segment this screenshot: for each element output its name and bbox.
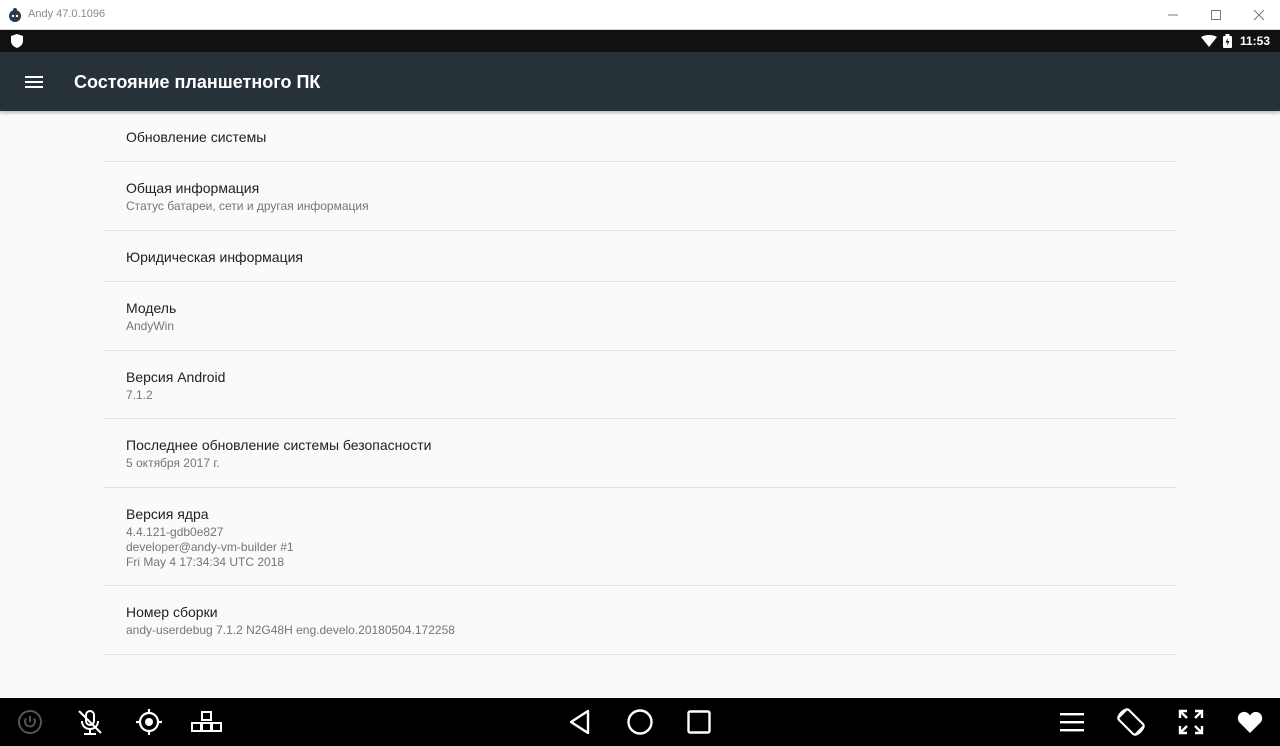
close-icon [1253, 9, 1265, 21]
app-bar: Состояние планшетного ПК [0, 52, 1280, 111]
power-icon [18, 710, 42, 734]
heart-icon [1237, 711, 1263, 733]
list-item-legal-info[interactable]: Юридическая информация [104, 231, 1176, 282]
item-title: Юридическая информация [126, 249, 303, 265]
clock: 11:53 [1240, 34, 1271, 48]
list-item-kernel-version[interactable]: Версия ядра 4.4.121-gdb0e827 developer@a… [104, 488, 1176, 586]
microphone-button[interactable] [66, 698, 114, 746]
minimize-icon [1168, 14, 1178, 16]
item-subtitle: andy-userdebug 7.1.2 N2G48H eng.develo.2… [126, 623, 455, 637]
fullscreen-button[interactable] [1167, 698, 1215, 746]
list-item-system-update[interactable]: Обновление системы [104, 111, 1176, 162]
item-subtitle: 4.4.121-gdb0e827 developer@andy-vm-build… [126, 525, 294, 569]
crosshair-icon [136, 709, 162, 735]
item-subtitle: 7.1.2 [126, 388, 153, 402]
shield-icon [11, 34, 23, 48]
minimize-button[interactable] [1150, 0, 1196, 30]
status-bar: 11:53 [0, 30, 1280, 52]
item-subtitle: Статус батареи, сети и другая информация [126, 199, 369, 213]
list-item-security-update[interactable]: Последнее обновление системы безопасност… [104, 419, 1176, 488]
home-circle-icon [627, 709, 653, 735]
andy-app-icon [9, 8, 21, 22]
wifi-icon [1201, 35, 1217, 47]
rotate-button[interactable] [1107, 698, 1155, 746]
settings-content: Обновление системы Общая информация Стат… [0, 111, 1280, 698]
back-button[interactable] [556, 698, 604, 746]
item-subtitle: 5 октября 2017 г. [126, 456, 220, 470]
item-title: Обновление системы [126, 129, 267, 145]
close-button[interactable] [1236, 0, 1280, 30]
fullscreen-icon [1178, 709, 1204, 735]
page-title: Состояние планшетного ПК [74, 72, 321, 92]
window-title-bar: Andy 47.0.1096 [0, 0, 1280, 30]
favorite-button[interactable] [1226, 698, 1274, 746]
battery-charging-icon [1223, 34, 1232, 48]
menu-lines-icon [1060, 713, 1084, 732]
list-item-build-number[interactable]: Номер сборки andy-userdebug 7.1.2 N2G48H… [104, 586, 1176, 655]
item-title: Номер сборки [126, 604, 218, 620]
menu-list-button[interactable] [1048, 698, 1096, 746]
home-button[interactable] [616, 698, 664, 746]
settings-list: Обновление системы Общая информация Стат… [104, 111, 1176, 655]
power-button[interactable] [6, 698, 54, 746]
item-subtitle: AndyWin [126, 319, 175, 333]
item-title: Версия ядра [126, 506, 209, 522]
item-title: Последнее обновление системы безопасност… [126, 437, 432, 453]
hamburger-icon [25, 76, 43, 88]
maximize-button[interactable] [1193, 0, 1239, 30]
item-title: Общая информация [126, 180, 260, 196]
window-title: Andy 47.0.1096 [28, 8, 106, 20]
recents-button[interactable] [675, 698, 723, 746]
list-item-android-version[interactable]: Версия Android 7.1.2 [104, 351, 1176, 419]
keymapping-button[interactable] [183, 698, 231, 746]
microphone-muted-icon [78, 710, 102, 735]
screen-rotation-icon [1117, 708, 1145, 736]
item-title: Версия Android [126, 369, 226, 385]
list-item-general-info[interactable]: Общая информация Статус батареи, сети и … [104, 162, 1176, 231]
location-button[interactable] [125, 698, 173, 746]
maximize-icon [1211, 10, 1221, 20]
navigation-bar [0, 698, 1280, 746]
keyboard-keys-icon [191, 711, 222, 732]
recents-square-icon [687, 710, 711, 734]
menu-button[interactable] [14, 62, 54, 102]
list-item-model[interactable]: Модель AndyWin [104, 282, 1176, 351]
item-title: Модель [126, 300, 177, 316]
back-triangle-icon [569, 709, 590, 735]
